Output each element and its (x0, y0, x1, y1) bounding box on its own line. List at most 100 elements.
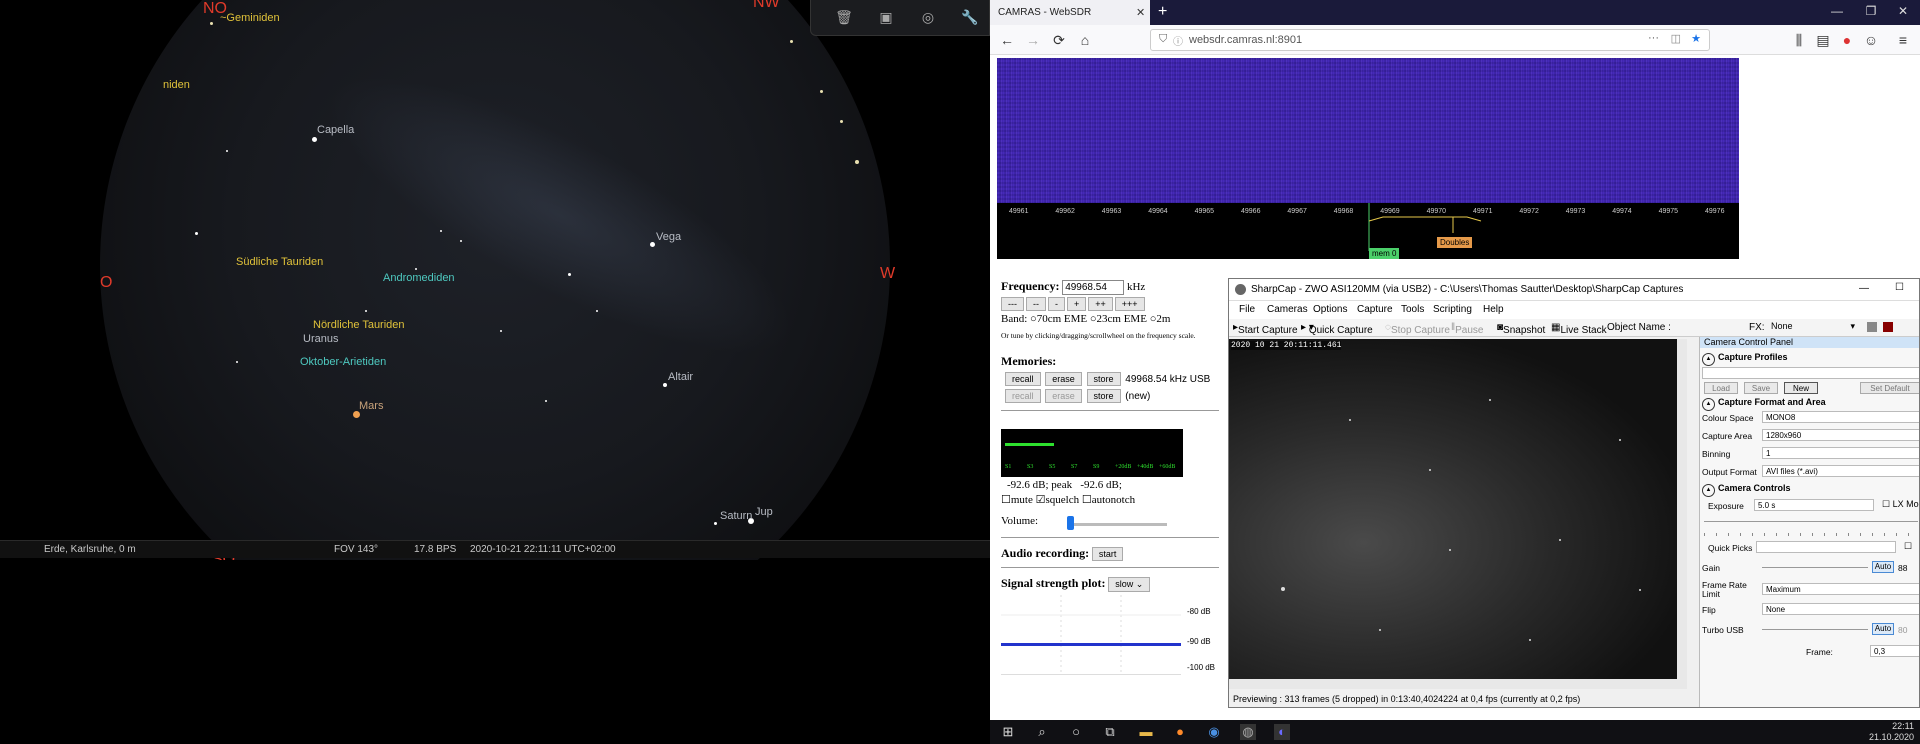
start-capture-button[interactable]: ▸ Start Capture (1233, 322, 1298, 336)
autonotch-checkbox[interactable]: ☐ (1082, 494, 1092, 506)
menu-capture[interactable]: Capture (1357, 304, 1393, 315)
forward-icon[interactable]: → (1024, 31, 1042, 49)
section-camera-controls[interactable]: Camera Controls (1702, 483, 1791, 497)
turbo-auto-button[interactable]: Auto (1872, 623, 1894, 635)
menu-options[interactable]: Options (1313, 304, 1347, 315)
cortana-icon[interactable]: ○ (1068, 724, 1084, 740)
new-profile-button[interactable]: New (1784, 382, 1818, 394)
gain-value[interactable]: 88 (1898, 563, 1907, 573)
tab-websdr[interactable]: CAMRAS - WebSDR ✕ (990, 0, 1150, 25)
stellarium-icon[interactable]: ◐ (1274, 724, 1290, 740)
screen-icon[interactable]: ▣ (877, 8, 895, 26)
mem-marker[interactable]: mem 0 (1369, 248, 1400, 259)
band-option-2m[interactable]: 2m (1156, 313, 1170, 325)
volume-slider-thumb[interactable] (1067, 516, 1074, 530)
band-option-23cm[interactable]: 23cm EME (1097, 313, 1147, 325)
camera-preview[interactable]: 2020 10 21 20:11:11.461 (1229, 339, 1677, 679)
shield-icon[interactable]: ⛉ (1159, 33, 1167, 46)
stellarium-window[interactable]: ~Geminiden niden Capella Südliche Taurid… (0, 0, 990, 560)
menu-cameras[interactable]: Cameras (1267, 304, 1308, 315)
menu-icon[interactable]: ≡ (1894, 31, 1912, 49)
recall-button[interactable]: recall (1005, 372, 1041, 386)
firefox-icon[interactable]: ● (1172, 724, 1188, 740)
turbo-value[interactable]: 80 (1898, 625, 1907, 635)
frequency-input[interactable]: 49968.54 (1062, 280, 1125, 295)
info-icon[interactable]: ⓘ (1173, 33, 1183, 48)
section-format-area[interactable]: Capture Format and Area (1702, 397, 1826, 411)
menu-scripting[interactable]: Scripting (1433, 304, 1472, 315)
fx-select[interactable]: None ▾ (1771, 321, 1857, 334)
reload-icon[interactable]: ⟳ (1050, 31, 1068, 49)
home-icon[interactable]: ⌂ (1076, 31, 1094, 49)
turbo-usb-slider[interactable] (1762, 629, 1868, 630)
page-actions-icon[interactable]: ··· (1648, 32, 1659, 44)
compass-icon[interactable]: ◎ (919, 8, 937, 26)
task-view-icon[interactable]: ⧉ (1102, 724, 1118, 740)
account-icon[interactable]: ☺ (1862, 31, 1880, 49)
bookmark-star-icon[interactable]: ★ (1691, 32, 1701, 45)
volume-slider-track[interactable] (1067, 523, 1167, 526)
sc-minimize-icon[interactable]: — (1859, 283, 1869, 294)
frequency-scale[interactable]: 49961 49962 49963 49964 49965 49966 49967 49968… (997, 203, 1739, 259)
taskbar-clock[interactable]: 22:11 21.10.2020 (1869, 721, 1914, 743)
search-icon[interactable]: ⌕ (1034, 724, 1050, 740)
plot-speed-select[interactable]: slow ⌄ (1108, 577, 1151, 592)
store-button[interactable]: store (1086, 372, 1121, 386)
section-capture-profiles[interactable]: Capture Profiles (1702, 352, 1788, 366)
mute-checkbox[interactable]: ☐ (1001, 494, 1011, 506)
new-tab-icon[interactable]: + (1158, 3, 1167, 21)
band-option-70cm[interactable]: 70cm EME (1037, 313, 1087, 325)
gain-auto-button[interactable]: Auto (1872, 561, 1894, 573)
waterfall-display[interactable] (997, 58, 1739, 203)
menu-help[interactable]: Help (1483, 304, 1504, 315)
quick-picks-auto-checkbox[interactable]: ☐ (1904, 541, 1912, 552)
step-button[interactable]: +++ (1114, 297, 1145, 311)
squelch-label[interactable]: squelch (1046, 494, 1080, 506)
wrench-icon[interactable]: 🔧 (961, 8, 979, 26)
capture-area-select[interactable]: 1280x960 (1762, 429, 1919, 441)
url-bar[interactable]: ⛉ ⓘ websdr.camras.nl:8901 ··· ◫ ★ (1150, 29, 1710, 51)
url-text[interactable]: websdr.camras.nl:8901 (1189, 34, 1302, 46)
erase-button[interactable]: erase (1045, 372, 1082, 386)
minimize-icon[interactable]: — (1830, 4, 1844, 18)
doubles-marker[interactable]: Doubles (1437, 237, 1473, 248)
frame-rate-select[interactable]: Maximum (1762, 583, 1919, 595)
back-icon[interactable]: ← (998, 31, 1016, 49)
pocket-icon[interactable]: ◫ (1671, 32, 1681, 45)
step-button[interactable]: -- (1026, 297, 1046, 311)
output-format-select[interactable]: AVI files (*.avi) (1762, 465, 1919, 477)
thunderbird-icon[interactable]: ◉ (1206, 724, 1222, 740)
band-radio-23cm[interactable]: ○ (1090, 313, 1097, 325)
adblock-icon[interactable]: ● (1838, 31, 1856, 49)
start-recording-button[interactable]: start (1091, 547, 1124, 561)
sharpcap-icon[interactable]: ◍ (1240, 724, 1256, 740)
close-window-icon[interactable]: ✕ (1896, 4, 1910, 18)
lx-mode-checkbox[interactable]: ☐ LX Moc (1882, 499, 1919, 510)
file-explorer-icon[interactable]: ▬ (1138, 724, 1154, 740)
step-button[interactable]: --- (1001, 297, 1024, 311)
profile-select[interactable] (1702, 367, 1919, 379)
live-stack-button[interactable]: ▦ Live Stack (1551, 322, 1607, 336)
step-button[interactable]: + (1067, 297, 1087, 311)
exposure-slider[interactable] (1704, 521, 1918, 522)
exposure-input[interactable]: 5.0 s (1754, 499, 1874, 511)
library-icon[interactable]: ⫼ (1790, 31, 1808, 49)
quick-capture-button[interactable]: ▸ Quick Capture ▾ (1301, 322, 1373, 336)
band-radio-70cm[interactable]: ○ (1030, 313, 1037, 325)
close-tab-icon[interactable]: ✕ (1136, 6, 1145, 19)
color-icon[interactable] (1883, 322, 1893, 332)
trash-icon[interactable]: 🗑 (835, 8, 853, 26)
colour-space-select[interactable]: MONO8 (1762, 411, 1919, 423)
menu-tools[interactable]: Tools (1401, 304, 1424, 315)
mute-label[interactable]: mute (1011, 494, 1033, 506)
histogram-icon[interactable] (1867, 322, 1877, 332)
restore-icon[interactable]: ❐ (1864, 4, 1878, 18)
sc-maximize-icon[interactable]: ☐ (1895, 282, 1904, 293)
preview-vertical-scrollbar[interactable] (1677, 339, 1687, 679)
menu-file[interactable]: File (1239, 304, 1255, 315)
gain-slider[interactable] (1762, 567, 1868, 568)
quick-picks-select[interactable] (1756, 541, 1896, 553)
step-button[interactable]: ++ (1088, 297, 1113, 311)
windows-start-icon[interactable]: ⊞ (1000, 724, 1016, 740)
step-button[interactable]: - (1048, 297, 1065, 311)
